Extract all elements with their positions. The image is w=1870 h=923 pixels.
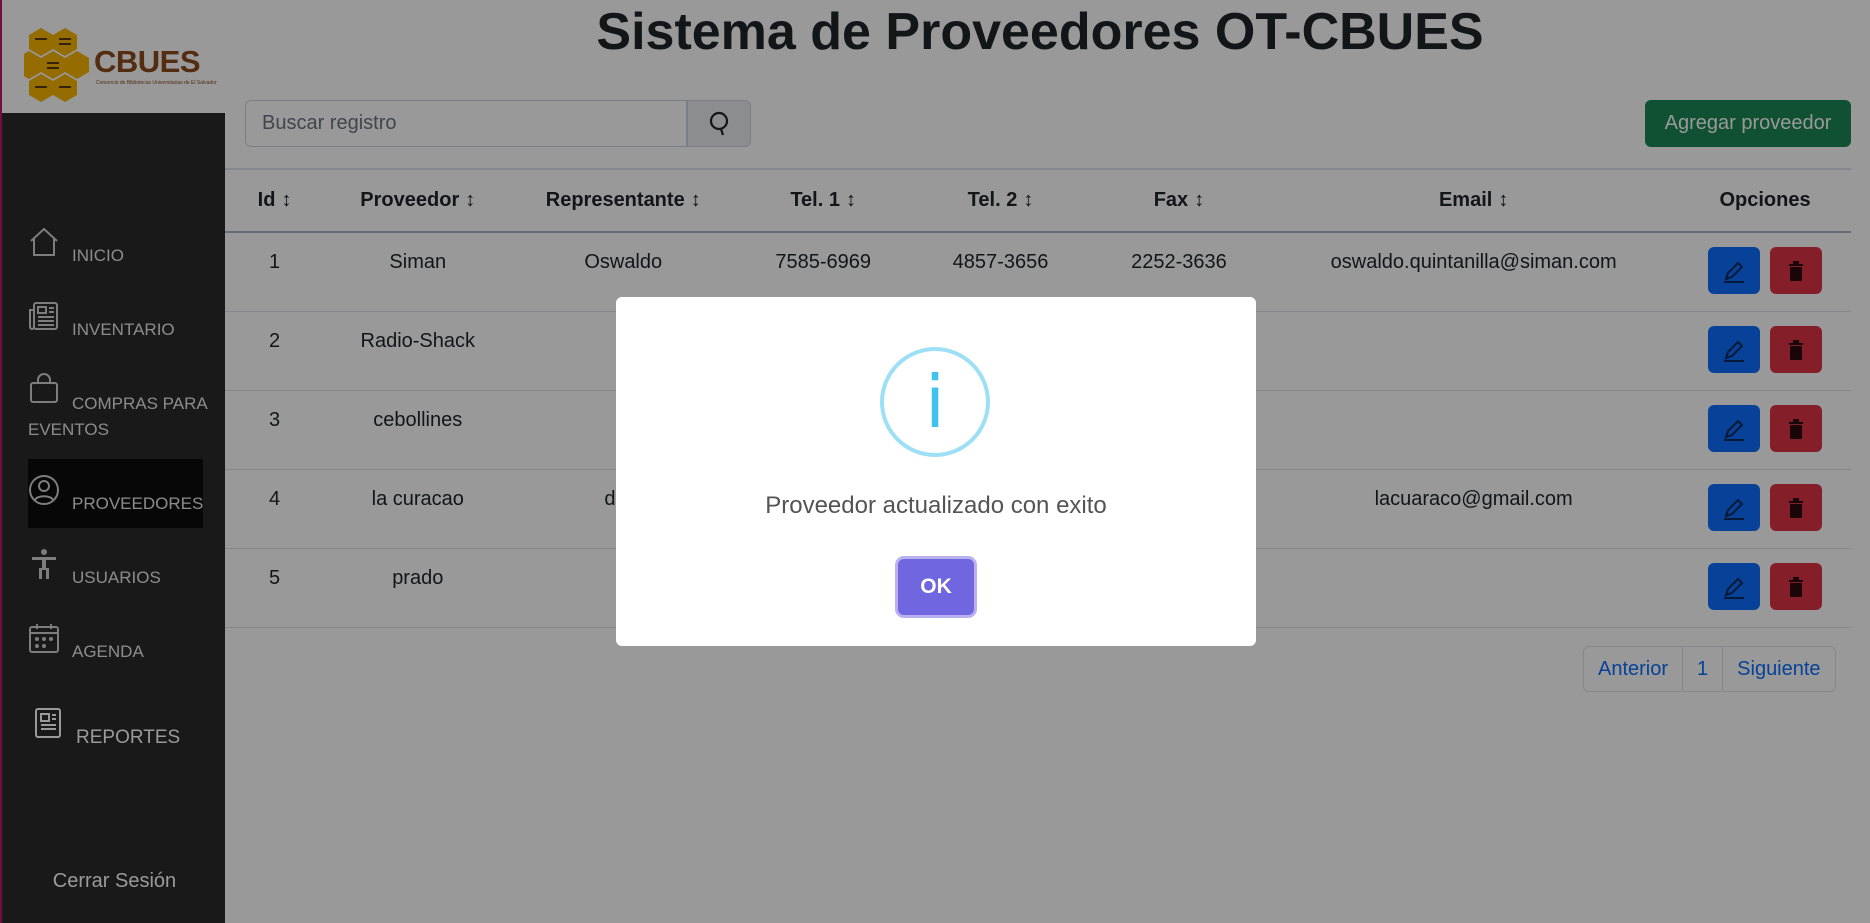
ok-button[interactable]: OK [898, 559, 974, 615]
alert-dialog: i Proveedor actualizado con exito OK [616, 297, 1256, 646]
info-icon: i [880, 347, 990, 457]
alert-message: Proveedor actualizado con exito [765, 492, 1107, 519]
info-icon-glyph: i [924, 360, 945, 444]
